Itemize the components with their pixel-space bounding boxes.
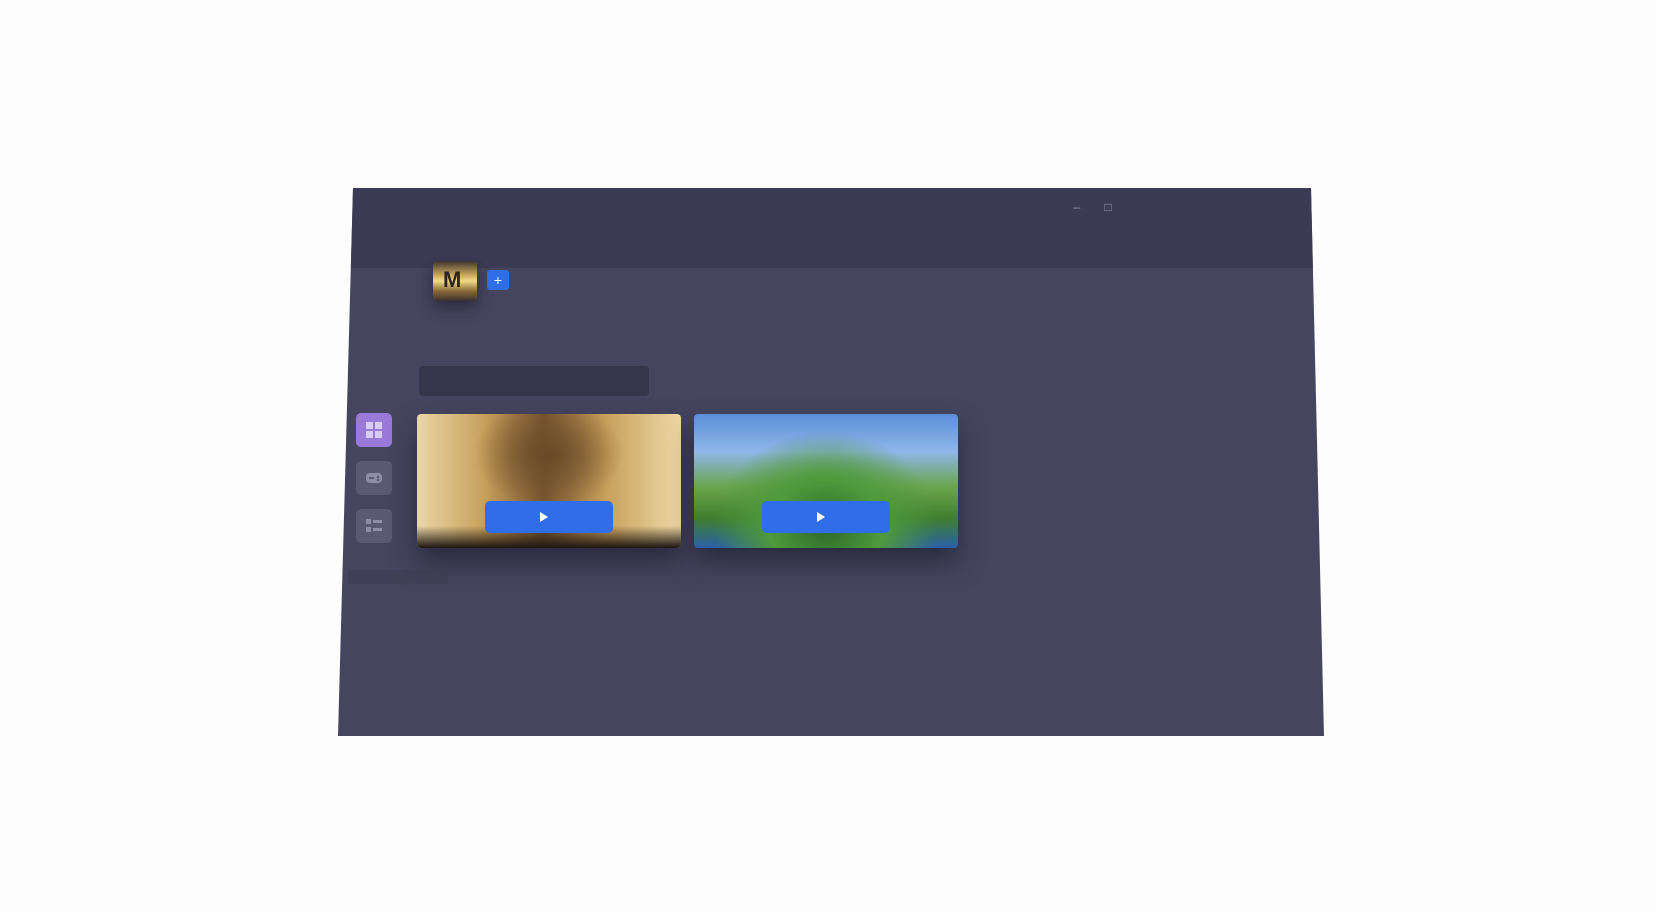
maximize-button[interactable]: □: [1101, 200, 1115, 214]
sidebar-item-list[interactable]: [356, 509, 392, 543]
favorite-game-tile[interactable]: M: [433, 261, 477, 301]
grid-icon: [366, 422, 382, 438]
game-filter-input[interactable]: [419, 366, 649, 396]
game-card[interactable]: [694, 414, 958, 548]
play-button[interactable]: [762, 501, 890, 533]
list-icon: [366, 519, 382, 532]
play-icon: [817, 512, 825, 522]
play-icon: [540, 512, 548, 522]
launcher-window: – □ M +: [338, 188, 1324, 736]
sidebar-item-grid[interactable]: [356, 413, 392, 447]
title-bar: – □: [338, 188, 1324, 268]
favorite-game-logo: M: [443, 267, 462, 292]
minimize-button[interactable]: –: [1070, 200, 1084, 214]
screen: – □ M +: [0, 0, 1656, 912]
controller-icon: [366, 473, 382, 483]
play-button[interactable]: [485, 501, 613, 533]
footer-strip: [348, 570, 448, 584]
sidebar-item-controller[interactable]: [356, 461, 392, 495]
add-favorite-button[interactable]: +: [487, 270, 509, 290]
game-card[interactable]: [417, 414, 681, 548]
